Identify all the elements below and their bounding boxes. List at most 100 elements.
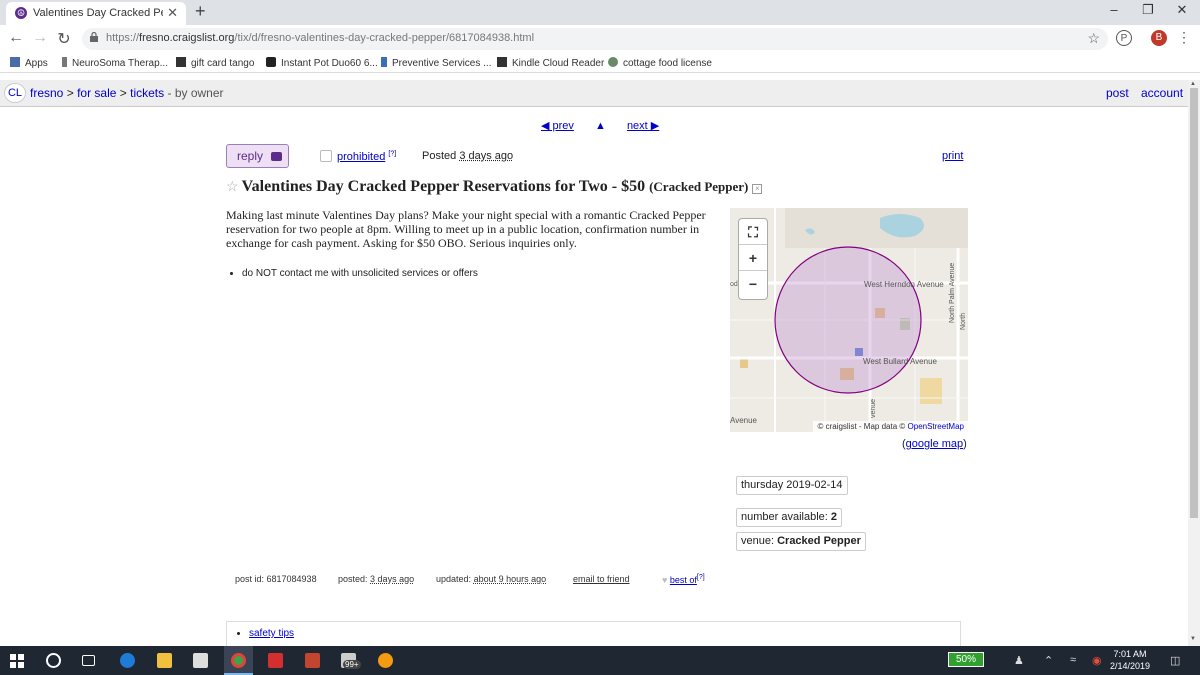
minimize-button[interactable]: – (1104, 2, 1124, 17)
posting-title: ☆ Valentines Day Cracked Pepper Reservati… (226, 178, 763, 196)
crumb-separator: > (66, 86, 74, 100)
vertical-scrollbar[interactable]: ▲ ▼ (1188, 80, 1200, 646)
print-link[interactable]: print (942, 150, 963, 162)
scroll-up-arrow-icon[interactable]: ▲ (1190, 81, 1196, 87)
address-bar[interactable]: https://fresno.craigslist.org/tix/d/fres… (82, 28, 1108, 50)
best-of-link[interactable]: best of (670, 575, 697, 585)
crumb-tickets[interactable]: tickets (130, 86, 164, 100)
posting-location: (Cracked Pepper) (649, 179, 749, 194)
bookmarks-bar: Apps NeuroSoma Therap... gift card tango… (0, 53, 1200, 73)
peace-sign-favicon-icon: ☮ (15, 7, 27, 19)
prohibited-link[interactable]: prohibited (337, 151, 385, 163)
event-date: thursday 2019-02-14 (736, 476, 848, 495)
reply-envelope-icon (271, 152, 283, 161)
restore-button[interactable]: ❐ (1138, 2, 1158, 18)
back-arrow-icon[interactable]: ← (6, 29, 26, 47)
favorite-star-icon[interactable]: ☆ (226, 180, 239, 195)
powerpoint-icon[interactable] (305, 653, 320, 668)
mail-app-icon[interactable] (268, 653, 283, 668)
bookmark-cottage-food[interactable]: cottage food license (608, 57, 712, 69)
fullscreen-icon[interactable]: ⛶ (739, 219, 767, 245)
hide-posting-icon[interactable]: × (752, 184, 763, 194)
craigslist-logo[interactable]: CL (4, 83, 26, 103)
posting-navigation: ◀ prev ▲ next ▶ (541, 119, 677, 132)
search-circle-icon[interactable] (46, 653, 61, 668)
heart-icon: ♥ (662, 575, 668, 585)
forward-arrow-icon[interactable]: → (30, 29, 50, 47)
safety-box: safety tips (226, 621, 961, 646)
store-bag-icon[interactable] (193, 653, 208, 668)
new-tab-button[interactable]: + (195, 1, 206, 22)
posted-info: posted: 3 days ago (338, 574, 415, 584)
craigslist-header: CL fresno > for sale > tickets - by owne… (0, 80, 1188, 107)
action-center-icon[interactable]: ◫ (1170, 654, 1180, 667)
map-label-herndon: West Herndon Avenue (864, 280, 944, 289)
zoom-in-button[interactable]: + (739, 245, 767, 271)
posted-date: Posted 3 days ago (422, 150, 514, 162)
c-logo-icon (266, 57, 276, 67)
giftcard-icon (176, 57, 186, 67)
reply-button[interactable]: reply (226, 144, 289, 168)
email-to-friend-link[interactable]: email to friend (573, 574, 630, 584)
scroll-down-arrow-icon[interactable]: ▼ (1190, 636, 1196, 642)
crumb-for-sale[interactable]: for sale (77, 86, 116, 100)
scrollbar-thumb[interactable] (1190, 88, 1198, 518)
app-orange-icon[interactable] (378, 653, 393, 668)
tray-chevron-up-icon[interactable]: ⌃ (1044, 654, 1053, 667)
posting-title-text: Valentines Day Cracked Pepper Reservatio… (241, 178, 646, 195)
safety-tips-link[interactable]: safety tips (249, 628, 294, 639)
browser-tab[interactable]: ☮ Valentines Day Cracked Pepper R ✕ (6, 2, 186, 25)
windows-start-icon[interactable] (10, 654, 24, 668)
lock-icon (90, 32, 98, 42)
kindle-icon (497, 57, 507, 67)
edge-browser-icon[interactable] (120, 653, 135, 668)
reply-label: reply (237, 149, 264, 163)
bookmark-apps[interactable]: Apps (10, 57, 48, 69)
notice-item: do NOT contact me with unsolicited servi… (242, 268, 478, 279)
openstreetmap-link[interactable]: OpenStreetMap (908, 422, 964, 431)
crumb-separator: > (119, 86, 127, 100)
people-icon[interactable]: ♟ (1014, 654, 1024, 667)
bookmark-preventive-services[interactable]: Preventive Services ... (381, 57, 491, 69)
apps-grid-icon (10, 57, 20, 67)
google-map-link[interactable]: google map (906, 438, 964, 450)
prohibited-help-link[interactable]: [?] (388, 150, 396, 157)
notices-list: do NOT contact me with unsolicited servi… (232, 268, 478, 279)
close-window-button[interactable]: ✕ (1172, 2, 1192, 18)
security-shield-icon[interactable]: ◉ (1092, 654, 1102, 667)
reload-icon[interactable]: ↻ (54, 29, 74, 49)
browser-tab-strip: ☮ Valentines Day Cracked Pepper R ✕ + – … (0, 0, 1200, 25)
bookmark-gift-card-tango[interactable]: gift card tango (176, 57, 254, 69)
bookmark-kindle[interactable]: Kindle Cloud Reader (497, 57, 604, 69)
url-text: https://fresno.craigslist.org/tix/d/fres… (106, 32, 535, 44)
prev-link[interactable]: ◀ prev (541, 120, 574, 132)
account-link[interactable]: account (1141, 86, 1183, 100)
close-tab-icon[interactable]: ✕ (167, 5, 178, 21)
task-view-icon[interactable] (82, 655, 95, 666)
zoom-out-button[interactable]: − (739, 271, 767, 297)
pinterest-extension-icon[interactable]: P (1116, 30, 1132, 46)
next-link[interactable]: next ▶ (627, 120, 659, 132)
posting-page: ◀ prev ▲ next ▶ reply prohibited [?] Pos… (0, 108, 1188, 646)
bookmark-star-icon[interactable]: ☆ (1087, 30, 1100, 47)
menu-kebab-icon[interactable]: ⋮ (1174, 29, 1194, 46)
chrome-icon[interactable] (231, 653, 246, 668)
updated-info: updated: about 9 hours ago (436, 574, 547, 584)
post-link[interactable]: post (1106, 86, 1129, 100)
bookmark-icon (381, 57, 387, 67)
up-link[interactable]: ▲ (595, 120, 606, 132)
file-explorer-icon[interactable] (157, 653, 172, 668)
location-map[interactable]: West Herndon Avenue North Palm Avenue We… (730, 208, 968, 432)
bookmark-neurosoma[interactable]: NeuroSoma Therap... (62, 57, 168, 69)
flag-checkbox[interactable] (320, 150, 332, 162)
bookmark-instant-pot[interactable]: Instant Pot Duo60 6... (266, 57, 378, 69)
prohibited-flag: prohibited [?] (320, 150, 396, 163)
crumb-fresno[interactable]: fresno (30, 86, 63, 100)
wifi-icon[interactable]: ≈ (1070, 654, 1076, 666)
profile-avatar[interactable]: B (1151, 30, 1167, 46)
battery-indicator[interactable]: 50% (948, 652, 984, 667)
map-label-bullard: West Bullard Avenue (863, 357, 938, 366)
venue: venue: Cracked Pepper (736, 532, 866, 551)
system-clock[interactable]: 7:01 AM 2/14/2019 (1110, 648, 1150, 672)
best-of-help-link[interactable]: [?] (697, 574, 705, 581)
